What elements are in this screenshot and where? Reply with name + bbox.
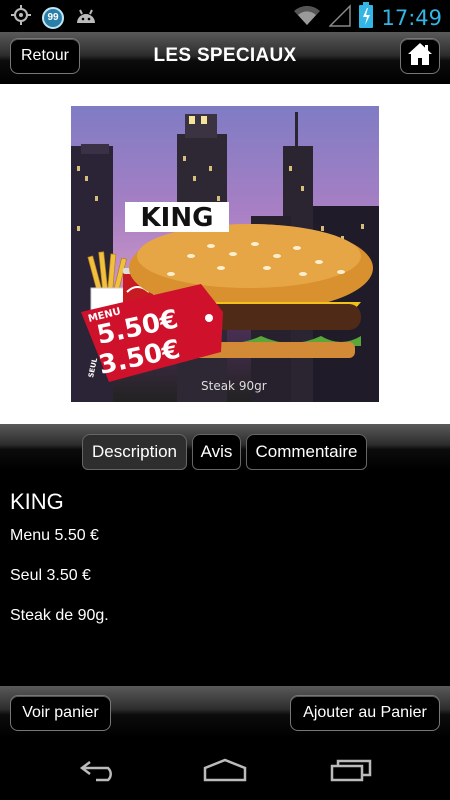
product-image-area: KING MENU 5.50€ SEUL 3.50€ Steak 90gr xyxy=(0,84,450,424)
view-cart-button[interactable]: Voir panier xyxy=(10,695,111,731)
tab-bar: Description Avis Commentaire xyxy=(0,424,450,470)
description-line: Steak de 90g. xyxy=(10,607,109,624)
android-icon xyxy=(74,5,98,30)
home-button[interactable] xyxy=(400,38,440,74)
product-image: KING MENU 5.50€ SEUL 3.50€ Steak 90gr xyxy=(71,106,379,402)
page-title: LES SPECIAUX xyxy=(153,45,297,66)
description-panel: KING Menu 5.50 € Seul 3.50 € Steak de 90… xyxy=(0,470,450,686)
promo-caption: Steak 90gr xyxy=(201,379,267,393)
wifi-icon xyxy=(293,3,321,32)
product-name: KING xyxy=(10,489,64,514)
signal-icon xyxy=(328,3,352,32)
header-bar: Retour LES SPECIAUX xyxy=(0,32,450,84)
back-nav-icon[interactable] xyxy=(78,758,122,787)
tab-description[interactable]: Description xyxy=(82,434,187,470)
promo-product-label: KING xyxy=(141,203,214,233)
battery-icon xyxy=(359,2,374,33)
gps-icon xyxy=(10,4,32,31)
notification-count-icon: 99 xyxy=(42,6,64,29)
tab-commentaire[interactable]: Commentaire xyxy=(246,434,367,470)
status-bar: 99 17:49 xyxy=(0,0,450,32)
recent-apps-icon[interactable] xyxy=(330,758,374,787)
action-bar: Voir panier Ajouter au Panier xyxy=(0,686,450,738)
description-line: Menu 5.50 € xyxy=(10,527,99,544)
description-line: Seul 3.50 € xyxy=(10,567,91,584)
tab-avis[interactable]: Avis xyxy=(192,434,241,470)
home-icon xyxy=(407,42,433,71)
system-nav-bar xyxy=(0,738,450,800)
clock: 17:49 xyxy=(381,5,442,30)
add-to-cart-button[interactable]: Ajouter au Panier xyxy=(290,695,440,731)
home-nav-icon[interactable] xyxy=(201,758,249,787)
